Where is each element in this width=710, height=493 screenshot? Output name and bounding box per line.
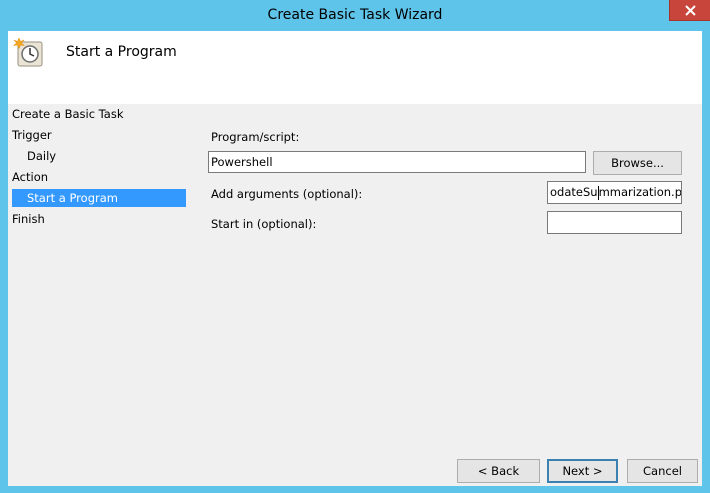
wizard-steps-list: Create a Basic Task Trigger Daily Action… [8, 104, 193, 484]
page-title: Start a Program [66, 44, 177, 60]
step-create-basic-task[interactable]: Create a Basic Task [12, 105, 186, 123]
step-daily[interactable]: Daily [12, 147, 186, 165]
arguments-text-before-caret: odateSu [550, 185, 598, 199]
task-scheduler-clock-icon [13, 37, 43, 67]
cancel-button[interactable]: Cancel [627, 459, 698, 483]
wizard-window: Create Basic Task Wizard Start a Program… [0, 0, 710, 493]
step-finish[interactable]: Finish [12, 210, 186, 228]
close-icon [685, 5, 696, 16]
start-in-input[interactable] [547, 211, 682, 234]
window-title: Create Basic Task Wizard [267, 7, 443, 23]
arguments-text-after-caret: mmarization.ps1 [598, 185, 682, 199]
back-button[interactable]: < Back [457, 459, 540, 483]
browse-button[interactable]: Browse... [593, 151, 682, 175]
step-action[interactable]: Action [12, 168, 186, 186]
wizard-client-area: Start a Program Create a Basic Task Trig… [8, 31, 702, 486]
start-in-label: Start in (optional): [211, 217, 317, 231]
wizard-header: Start a Program [8, 31, 702, 104]
program-script-input[interactable]: Powershell [208, 151, 586, 173]
next-button[interactable]: Next > [547, 459, 618, 483]
arguments-input[interactable]: odateSummarization.ps1 [547, 181, 682, 204]
title-bar[interactable]: Create Basic Task Wizard [0, 0, 710, 31]
step-trigger[interactable]: Trigger [12, 126, 186, 144]
step-start-a-program[interactable]: Start a Program [12, 189, 186, 207]
arguments-label: Add arguments (optional): [211, 187, 363, 201]
close-button[interactable] [669, 0, 710, 21]
program-script-label: Program/script: [211, 130, 300, 144]
